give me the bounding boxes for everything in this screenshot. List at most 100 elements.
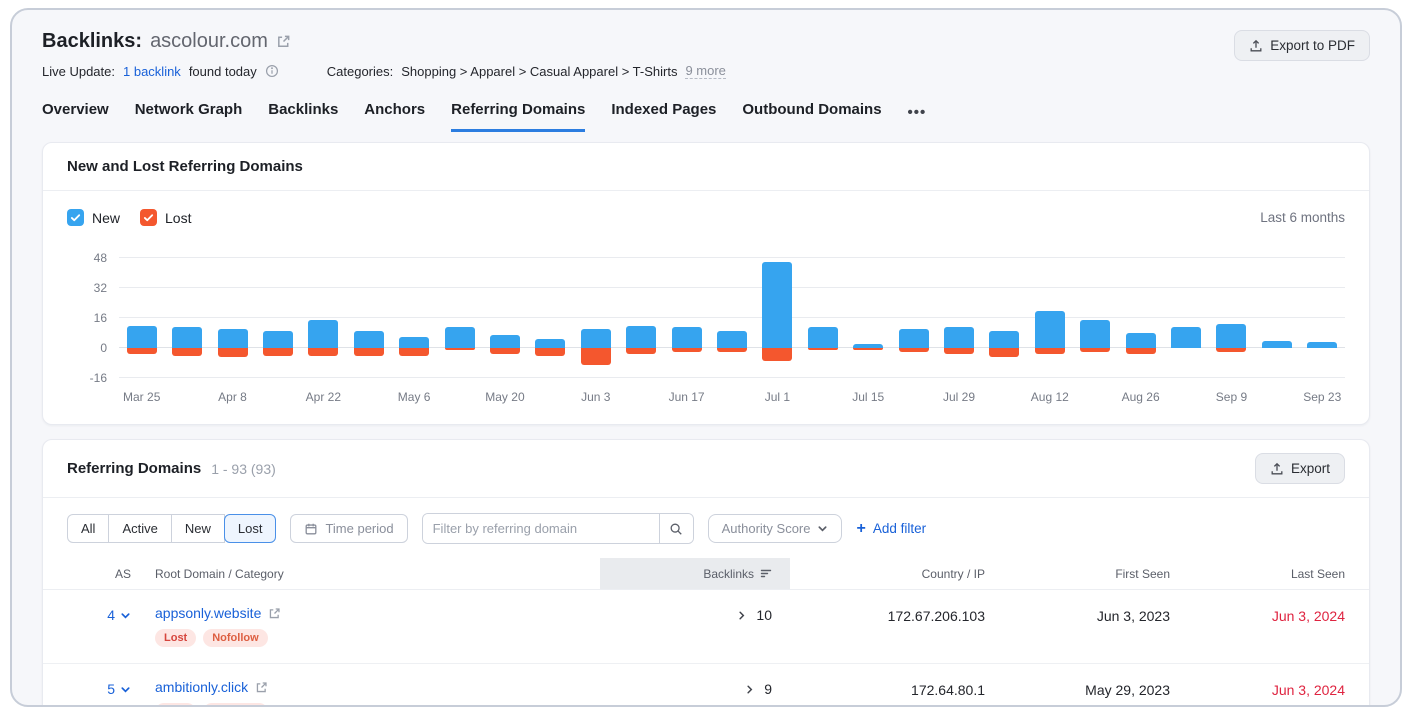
lost-bar[interactable] [626, 348, 656, 354]
as-score[interactable]: 5 [67, 679, 131, 697]
legend-item-new[interactable]: New [67, 209, 120, 226]
new-bar[interactable] [717, 331, 747, 348]
bar-group-may-13[interactable] [437, 258, 482, 378]
column-last-seen[interactable]: Last Seen [1170, 558, 1345, 589]
new-bar[interactable] [1126, 333, 1156, 348]
lost-bar[interactable] [853, 348, 883, 350]
categories-more-link[interactable]: 9 more [685, 63, 725, 79]
bar-group-aug-26[interactable] [1118, 258, 1163, 378]
new-bar[interactable] [899, 329, 929, 348]
column-backlinks[interactable]: Backlinks [600, 558, 790, 589]
lost-bar[interactable] [762, 348, 792, 361]
lost-bar[interactable] [490, 348, 520, 354]
new-bar[interactable] [1080, 320, 1110, 348]
live-update-link[interactable]: 1 backlink [123, 64, 181, 79]
bar-group-jul-8[interactable] [800, 258, 845, 378]
new-bar[interactable] [944, 327, 974, 348]
bar-group-sep-23[interactable] [1300, 258, 1345, 378]
chevron-right-icon[interactable] [744, 684, 755, 695]
lost-checkbox[interactable] [140, 209, 157, 226]
filter-new-button[interactable]: New [171, 514, 225, 543]
lost-bar[interactable] [399, 348, 429, 356]
lost-bar[interactable] [1080, 348, 1110, 352]
filter-active-button[interactable]: Active [108, 514, 171, 543]
column-root-domain[interactable]: Root Domain / Category [131, 558, 600, 589]
lost-bar[interactable] [535, 348, 565, 356]
new-bar[interactable] [172, 327, 202, 348]
external-link-icon[interactable] [255, 681, 268, 694]
tab-anchors[interactable]: Anchors [364, 101, 425, 132]
bar-group-jul-22[interactable] [891, 258, 936, 378]
new-bar[interactable] [445, 327, 475, 348]
bar-group-apr-22[interactable] [301, 258, 346, 378]
new-bar[interactable] [1216, 324, 1246, 348]
lost-bar[interactable] [899, 348, 929, 352]
lost-bar[interactable] [308, 348, 338, 356]
new-bar[interactable] [581, 329, 611, 348]
tab-referring-domains[interactable]: Referring Domains [451, 101, 585, 132]
bar-group-may-6[interactable] [391, 258, 436, 378]
legend-item-lost[interactable]: Lost [140, 209, 191, 226]
bar-group-sep-2[interactable] [1163, 258, 1208, 378]
lost-bar[interactable] [672, 348, 702, 352]
as-score[interactable]: 4 [67, 605, 131, 623]
bar-group-sep-9[interactable] [1209, 258, 1254, 378]
new-bar[interactable] [626, 326, 656, 349]
new-bar[interactable] [354, 331, 384, 348]
tab-backlinks[interactable]: Backlinks [268, 101, 338, 132]
column-first-seen[interactable]: First Seen [985, 558, 1170, 589]
export-button[interactable]: Export [1255, 453, 1345, 484]
lost-bar[interactable] [717, 348, 747, 352]
new-bar[interactable] [1035, 311, 1065, 349]
new-bar[interactable] [490, 335, 520, 348]
export-to-pdf-button[interactable]: Export to PDF [1234, 30, 1370, 61]
tab-overview[interactable]: Overview [42, 101, 109, 132]
new-bar[interactable] [808, 327, 838, 348]
bar-group-apr-15[interactable] [255, 258, 300, 378]
lost-bar[interactable] [1035, 348, 1065, 354]
column-as[interactable]: AS [67, 558, 131, 589]
bar-group-jul-29[interactable] [936, 258, 981, 378]
bar-group-sep-16[interactable] [1254, 258, 1299, 378]
lost-bar[interactable] [989, 348, 1019, 357]
bar-group-may-20[interactable] [482, 258, 527, 378]
tab-outbound-domains[interactable]: Outbound Domains [742, 101, 881, 132]
tab-indexed-pages[interactable]: Indexed Pages [611, 101, 716, 132]
new-bar[interactable] [308, 320, 338, 348]
lost-bar[interactable] [354, 348, 384, 356]
bar-group-jun-17[interactable] [664, 258, 709, 378]
new-bar[interactable] [762, 262, 792, 348]
lost-bar[interactable] [808, 348, 838, 350]
info-icon[interactable] [265, 64, 279, 78]
lost-bar[interactable] [1126, 348, 1156, 354]
bar-group-aug-19[interactable] [1073, 258, 1118, 378]
lost-bar[interactable] [172, 348, 202, 356]
lost-bar[interactable] [263, 348, 293, 356]
new-bar[interactable] [1262, 341, 1292, 349]
bar-group-may-27[interactable] [528, 258, 573, 378]
add-filter-button[interactable]: + Add filter [856, 521, 926, 537]
new-checkbox[interactable] [67, 209, 84, 226]
new-bar[interactable] [399, 337, 429, 348]
column-country-ip[interactable]: Country / IP [790, 558, 985, 589]
bar-group-aug-12[interactable] [1027, 258, 1072, 378]
search-button[interactable] [659, 514, 693, 543]
new-bar[interactable] [672, 327, 702, 348]
bar-group-jul-15[interactable] [846, 258, 891, 378]
authority-score-dropdown[interactable]: Authority Score [708, 514, 843, 543]
more-tabs-icon[interactable]: ••• [908, 104, 927, 132]
bar-group-aug-5[interactable] [982, 258, 1027, 378]
new-bar[interactable] [1171, 327, 1201, 348]
new-bar[interactable] [218, 329, 248, 348]
lost-bar[interactable] [581, 348, 611, 365]
bar-group-jun-24[interactable] [709, 258, 754, 378]
filter-lost-button[interactable]: Lost [224, 514, 277, 543]
domain-filter-input[interactable] [423, 514, 659, 543]
domain-link[interactable]: appsonly.website [155, 605, 261, 621]
lost-bar[interactable] [944, 348, 974, 354]
bar-group-mar-25[interactable] [119, 258, 164, 378]
new-bar[interactable] [989, 331, 1019, 348]
bar-group-jun-10[interactable] [618, 258, 663, 378]
lost-bar[interactable] [127, 348, 157, 354]
new-bar[interactable] [263, 331, 293, 348]
